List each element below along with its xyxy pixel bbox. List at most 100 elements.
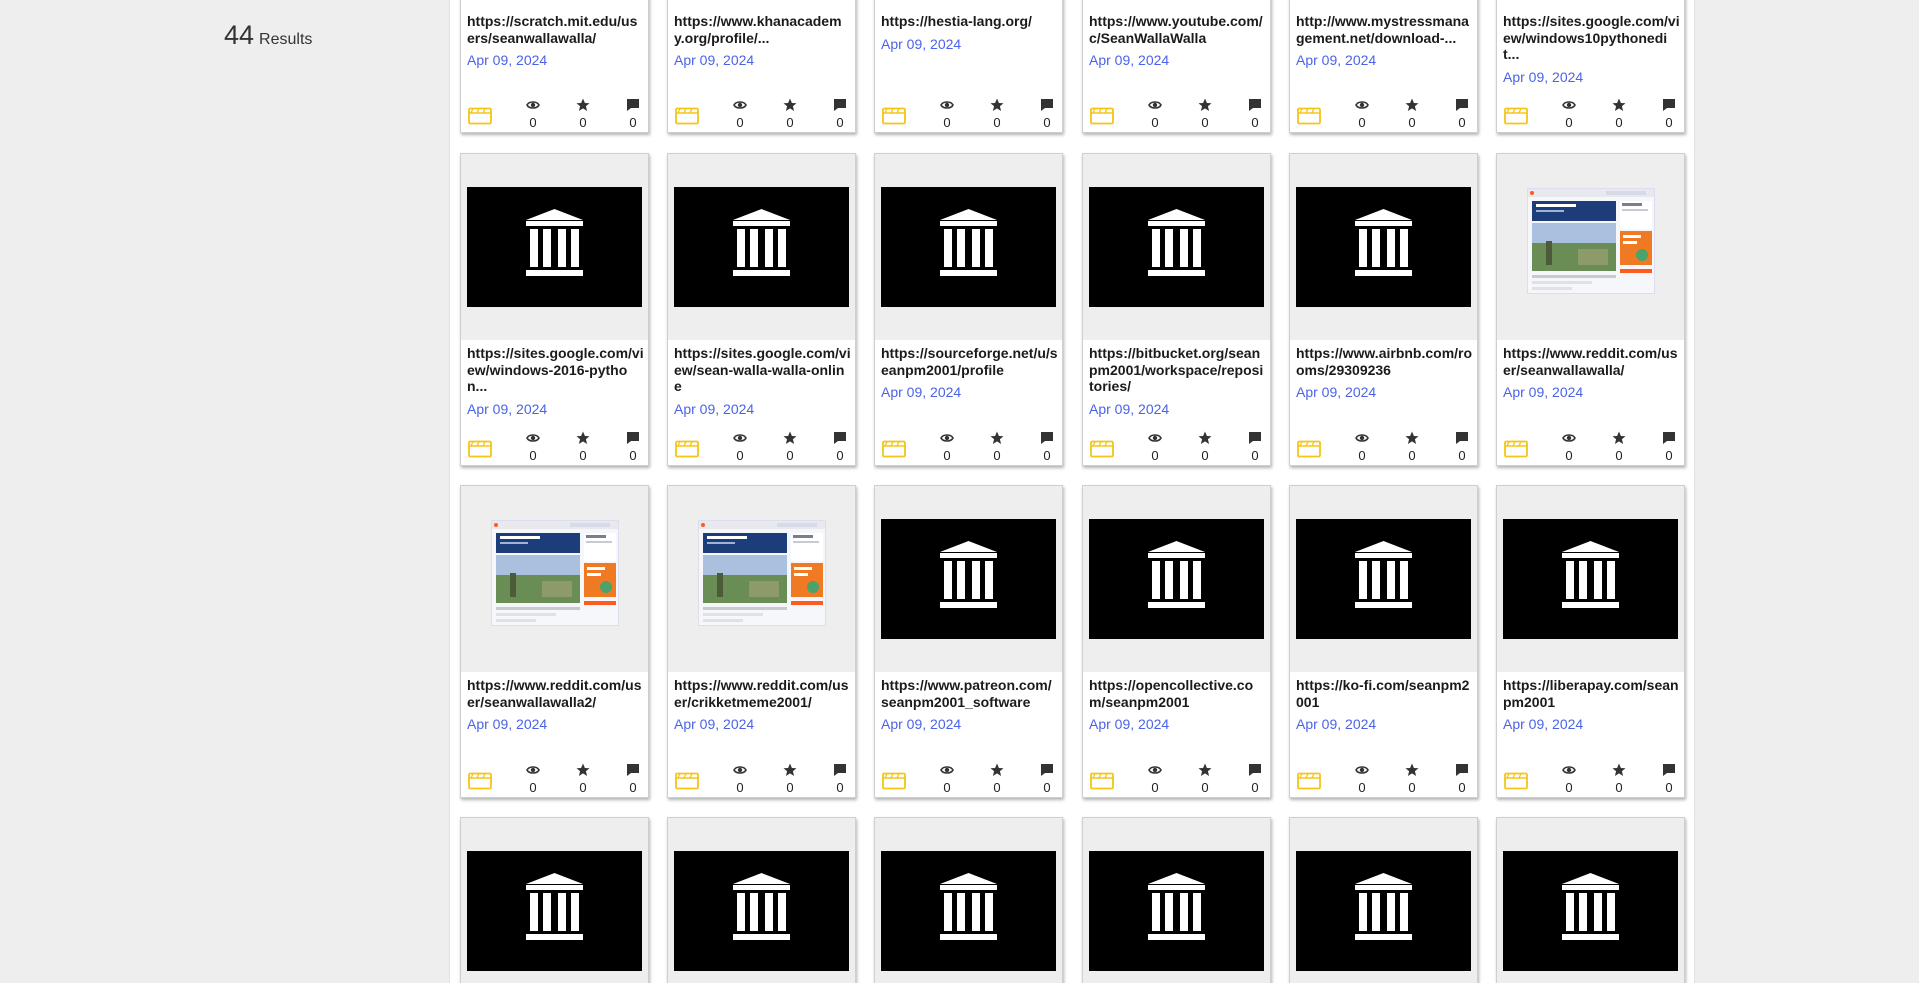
collection-icon[interactable] bbox=[882, 772, 906, 790]
card-thumbnail[interactable] bbox=[1083, 486, 1270, 672]
reviews-icon bbox=[1243, 763, 1267, 777]
collection-icon[interactable] bbox=[468, 107, 492, 125]
card-date: Apr 09, 2024 bbox=[1503, 716, 1584, 732]
card-thumbnail[interactable] bbox=[668, 154, 855, 340]
result-card[interactable]: https://www.airbnb.com/rooms/29309236 Apr… bbox=[1289, 153, 1478, 466]
result-card[interactable]: https://www.reddit.com/user/seanwallawal… bbox=[1496, 153, 1685, 466]
card-title-link[interactable]: https://scratch.mit.edu/users/seanwallaw… bbox=[467, 13, 644, 46]
card-thumbnail[interactable] bbox=[668, 486, 855, 672]
collection-icon[interactable] bbox=[675, 440, 699, 458]
card-title-link[interactable]: https://www.khanacademy.org/profile/... bbox=[674, 13, 851, 46]
favorites-count: 0 bbox=[571, 763, 595, 795]
card-thumbnail[interactable] bbox=[461, 486, 648, 672]
collection-icon[interactable] bbox=[882, 107, 906, 125]
result-card[interactable]: http://www.mystressmanagement.net/downlo… bbox=[1289, 0, 1478, 133]
collection-icon[interactable] bbox=[1090, 107, 1114, 125]
card-title-link[interactable]: https://www.youtube.com/c/SeanWallaWalla bbox=[1089, 13, 1266, 46]
card-thumbnail[interactable] bbox=[1497, 486, 1684, 672]
card-body: https://www.reddit.com/user/seanwallawal… bbox=[467, 677, 644, 732]
reviews-icon bbox=[1035, 431, 1059, 445]
card-body: https://bitbucket.org/seanpm2001/workspa… bbox=[1089, 345, 1266, 417]
card-title-link[interactable]: https://bitbucket.org/seanpm2001/workspa… bbox=[1089, 345, 1266, 395]
card-thumbnail[interactable] bbox=[1497, 154, 1684, 340]
reviews-icon bbox=[1450, 98, 1474, 112]
card-thumbnail[interactable] bbox=[1290, 818, 1477, 983]
result-card[interactable]: https://www.reddit.com/user/seanwallawal… bbox=[460, 485, 649, 798]
result-card[interactable]: https://sites.google.com/view/windows10p… bbox=[1496, 0, 1685, 133]
collection-icon[interactable] bbox=[1297, 772, 1321, 790]
favorites-count-value: 0 bbox=[1201, 780, 1209, 795]
favorites-icon bbox=[1607, 431, 1631, 445]
reviews-count: 0 bbox=[1450, 431, 1474, 463]
card-date: Apr 09, 2024 bbox=[674, 52, 755, 68]
collection-icon[interactable] bbox=[675, 772, 699, 790]
collection-icon[interactable] bbox=[1090, 440, 1114, 458]
card-thumbnail[interactable] bbox=[875, 154, 1062, 340]
card-title-link[interactable]: https://ko-fi.com/seanpm2001 bbox=[1296, 677, 1473, 710]
result-card[interactable]: https://sourceforge.net/u/seanpm2001/pro… bbox=[874, 153, 1063, 466]
result-card[interactable]: https://sites.google.com/view/sean-walla… bbox=[667, 153, 856, 466]
result-card[interactable]: https://www.youtube.com/c/SeanWallaWalla… bbox=[1082, 0, 1271, 133]
collection-icon[interactable] bbox=[1504, 772, 1528, 790]
result-card[interactable] bbox=[1496, 817, 1685, 983]
archive-temple-icon bbox=[1562, 541, 1619, 613]
result-card[interactable]: https://www.reddit.com/user/crikketmeme2… bbox=[667, 485, 856, 798]
card-title-link[interactable]: https://sourceforge.net/u/seanpm2001/pro… bbox=[881, 345, 1058, 378]
card-title-link[interactable]: https://sites.google.com/view/sean-walla… bbox=[674, 345, 851, 395]
card-title-link[interactable]: https://www.reddit.com/user/crikketmeme2… bbox=[674, 677, 851, 710]
archive-logo-thumbnail bbox=[467, 851, 642, 971]
card-thumbnail[interactable] bbox=[1290, 154, 1477, 340]
card-thumbnail[interactable] bbox=[668, 818, 855, 983]
result-card[interactable]: https://ko-fi.com/seanpm2001 Apr 09, 2024… bbox=[1289, 485, 1478, 798]
card-title-link[interactable]: http://www.mystressmanagement.net/downlo… bbox=[1296, 13, 1473, 46]
card-title-link[interactable]: https://opencollective.com/seanpm2001 bbox=[1089, 677, 1266, 710]
result-card[interactable] bbox=[1082, 817, 1271, 983]
collection-icon[interactable] bbox=[1504, 440, 1528, 458]
card-thumbnail[interactable] bbox=[461, 154, 648, 340]
card-thumbnail[interactable] bbox=[1497, 818, 1684, 983]
card-thumbnail[interactable] bbox=[875, 486, 1062, 672]
result-card[interactable]: https://scratch.mit.edu/users/seanwallaw… bbox=[460, 0, 649, 133]
reviews-icon bbox=[1657, 763, 1681, 777]
card-thumbnail[interactable] bbox=[461, 818, 648, 983]
favorites-icon bbox=[985, 98, 1009, 112]
result-card[interactable]: https://www.patreon.com/seanpm2001_softw… bbox=[874, 485, 1063, 798]
result-card[interactable]: https://opencollective.com/seanpm2001 Apr… bbox=[1082, 485, 1271, 798]
card-title-link[interactable]: https://www.patreon.com/seanpm2001_softw… bbox=[881, 677, 1058, 710]
collection-icon[interactable] bbox=[468, 772, 492, 790]
result-card[interactable] bbox=[460, 817, 649, 983]
card-title-link[interactable]: https://www.airbnb.com/rooms/29309236 bbox=[1296, 345, 1473, 378]
collection-icon[interactable] bbox=[1090, 772, 1114, 790]
card-title-link[interactable]: https://liberapay.com/seanpm2001 bbox=[1503, 677, 1680, 710]
card-thumbnail[interactable] bbox=[1290, 486, 1477, 672]
card-title-link[interactable]: https://www.reddit.com/user/seanwallawal… bbox=[1503, 345, 1680, 378]
archive-logo-thumbnail bbox=[1296, 519, 1471, 639]
collection-icon[interactable] bbox=[1297, 107, 1321, 125]
card-body: https://sites.google.com/view/windows-20… bbox=[467, 345, 644, 417]
card-thumbnail[interactable] bbox=[875, 818, 1062, 983]
collection-icon[interactable] bbox=[882, 440, 906, 458]
result-card[interactable]: https://bitbucket.org/seanpm2001/workspa… bbox=[1082, 153, 1271, 466]
card-thumbnail[interactable] bbox=[1083, 818, 1270, 983]
collection-icon[interactable] bbox=[675, 107, 699, 125]
result-card[interactable] bbox=[667, 817, 856, 983]
result-card[interactable] bbox=[874, 817, 1063, 983]
views-icon bbox=[521, 98, 545, 112]
collection-icon[interactable] bbox=[1297, 440, 1321, 458]
collection-icon[interactable] bbox=[468, 440, 492, 458]
reviews-count-value: 0 bbox=[1251, 448, 1259, 463]
result-card[interactable]: https://www.khanacademy.org/profile/... A… bbox=[667, 0, 856, 133]
result-card[interactable]: https://liberapay.com/seanpm2001 Apr 09, … bbox=[1496, 485, 1685, 798]
result-card[interactable] bbox=[1289, 817, 1478, 983]
card-body: https://www.reddit.com/user/seanwallawal… bbox=[1503, 345, 1680, 400]
reviews-count: 0 bbox=[1657, 763, 1681, 795]
card-title-link[interactable]: https://sites.google.com/view/windows10p… bbox=[1503, 13, 1680, 63]
result-card[interactable]: https://sites.google.com/view/windows-20… bbox=[460, 153, 649, 466]
result-card[interactable]: https://hestia-lang.org/Apr 09, 2024 0 0 0 bbox=[874, 0, 1063, 133]
collection-icon[interactable] bbox=[1504, 107, 1528, 125]
card-title-link[interactable]: https://www.reddit.com/user/seanwallawal… bbox=[467, 677, 644, 710]
card-title-link[interactable]: https://sites.google.com/view/windows-20… bbox=[467, 345, 644, 395]
reviews-count: 0 bbox=[1657, 98, 1681, 130]
card-thumbnail[interactable] bbox=[1083, 154, 1270, 340]
card-title-link[interactable]: https://hestia-lang.org/ bbox=[881, 13, 1058, 30]
